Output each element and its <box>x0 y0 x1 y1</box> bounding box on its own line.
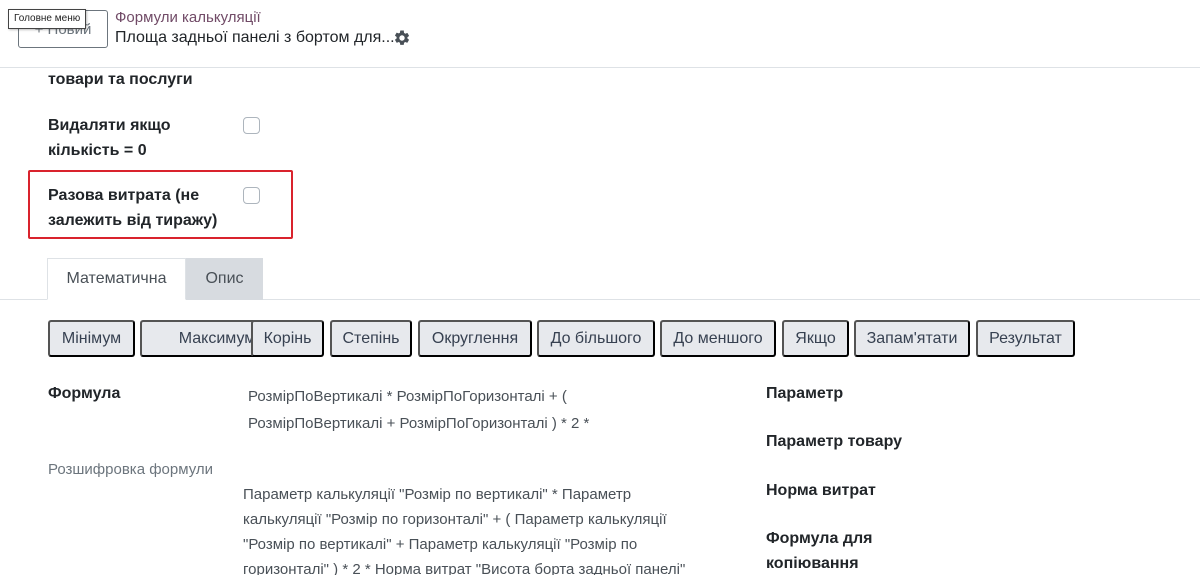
operator-power-button[interactable]: Степінь <box>330 320 412 357</box>
operator-min-button[interactable]: Мінімум <box>48 320 135 357</box>
delete-if-zero-label-line2: кількість = 0 <box>48 142 147 159</box>
breadcrumb-current: Площа задньої панелі з бортом для... <box>115 29 395 46</box>
copy-formula-label-line2: копіювання <box>766 555 859 572</box>
parameter-label: Параметр <box>766 385 844 402</box>
operator-round-button[interactable]: Округлення <box>418 320 532 357</box>
product-parameter-label: Параметр товару <box>766 433 903 450</box>
operator-result-button[interactable]: Результат <box>976 320 1075 357</box>
formula-line-1: РозмірПоВертикалі * РозмірПоГоризонталі … <box>248 388 567 405</box>
decoded-line-2: калькуляції "Розмір по горизонталі" + ( … <box>243 511 667 528</box>
operator-remember-button[interactable]: Запам'ятати <box>854 320 970 357</box>
one-time-cost-checkbox[interactable] <box>243 187 260 204</box>
delete-if-zero-checkbox[interactable] <box>243 117 260 134</box>
consumption-norm-label: Норма витрат <box>766 482 876 499</box>
decoded-line-3: "Розмір по вертикалі" + Параметр калькул… <box>243 536 638 553</box>
copy-formula-label-line1: Формула для <box>766 530 873 547</box>
products-services-label: товари та послуги <box>48 71 193 88</box>
decoded-line-4: горизонталі" ) * 2 * Норма витрат "Висот… <box>243 561 686 575</box>
operator-if-button[interactable]: Якщо <box>782 320 849 357</box>
control-panel: + Новий Головне меню Формули калькуляції… <box>0 0 1200 68</box>
tab-description[interactable]: Опис <box>186 258 263 300</box>
operator-floor-button[interactable]: До меншого <box>660 320 776 357</box>
gear-icon[interactable] <box>393 29 411 47</box>
decoded-formula-text: Параметр калькуляції "Розмір по вертикал… <box>243 482 723 575</box>
formula-label: Формула <box>48 385 121 402</box>
formula-line-2: РозмірПоВертикалі + РозмірПоГоризонталі … <box>248 415 590 432</box>
breadcrumb-parent-link[interactable]: Формули калькуляції <box>115 9 261 26</box>
one-time-cost-label-line1: Разова витрата (не <box>48 187 200 204</box>
decoded-line-1: Параметр калькуляції "Розмір по вертикал… <box>243 486 632 503</box>
operator-root-button[interactable]: Корінь <box>251 320 324 357</box>
operator-ceil-button[interactable]: До більшого <box>537 320 655 357</box>
tab-mathematical[interactable]: Математична <box>47 258 186 300</box>
one-time-cost-label-line2: залежить від тиражу) <box>48 212 218 229</box>
decoded-formula-label: Розшифровка формули <box>48 461 214 478</box>
formula-field[interactable]: РозмірПоВертикалі * РозмірПоГоризонталі … <box>248 383 728 437</box>
main-menu-tooltip: Головне меню <box>8 9 87 29</box>
delete-if-zero-label-line1: Видаляти якщо <box>48 117 171 134</box>
